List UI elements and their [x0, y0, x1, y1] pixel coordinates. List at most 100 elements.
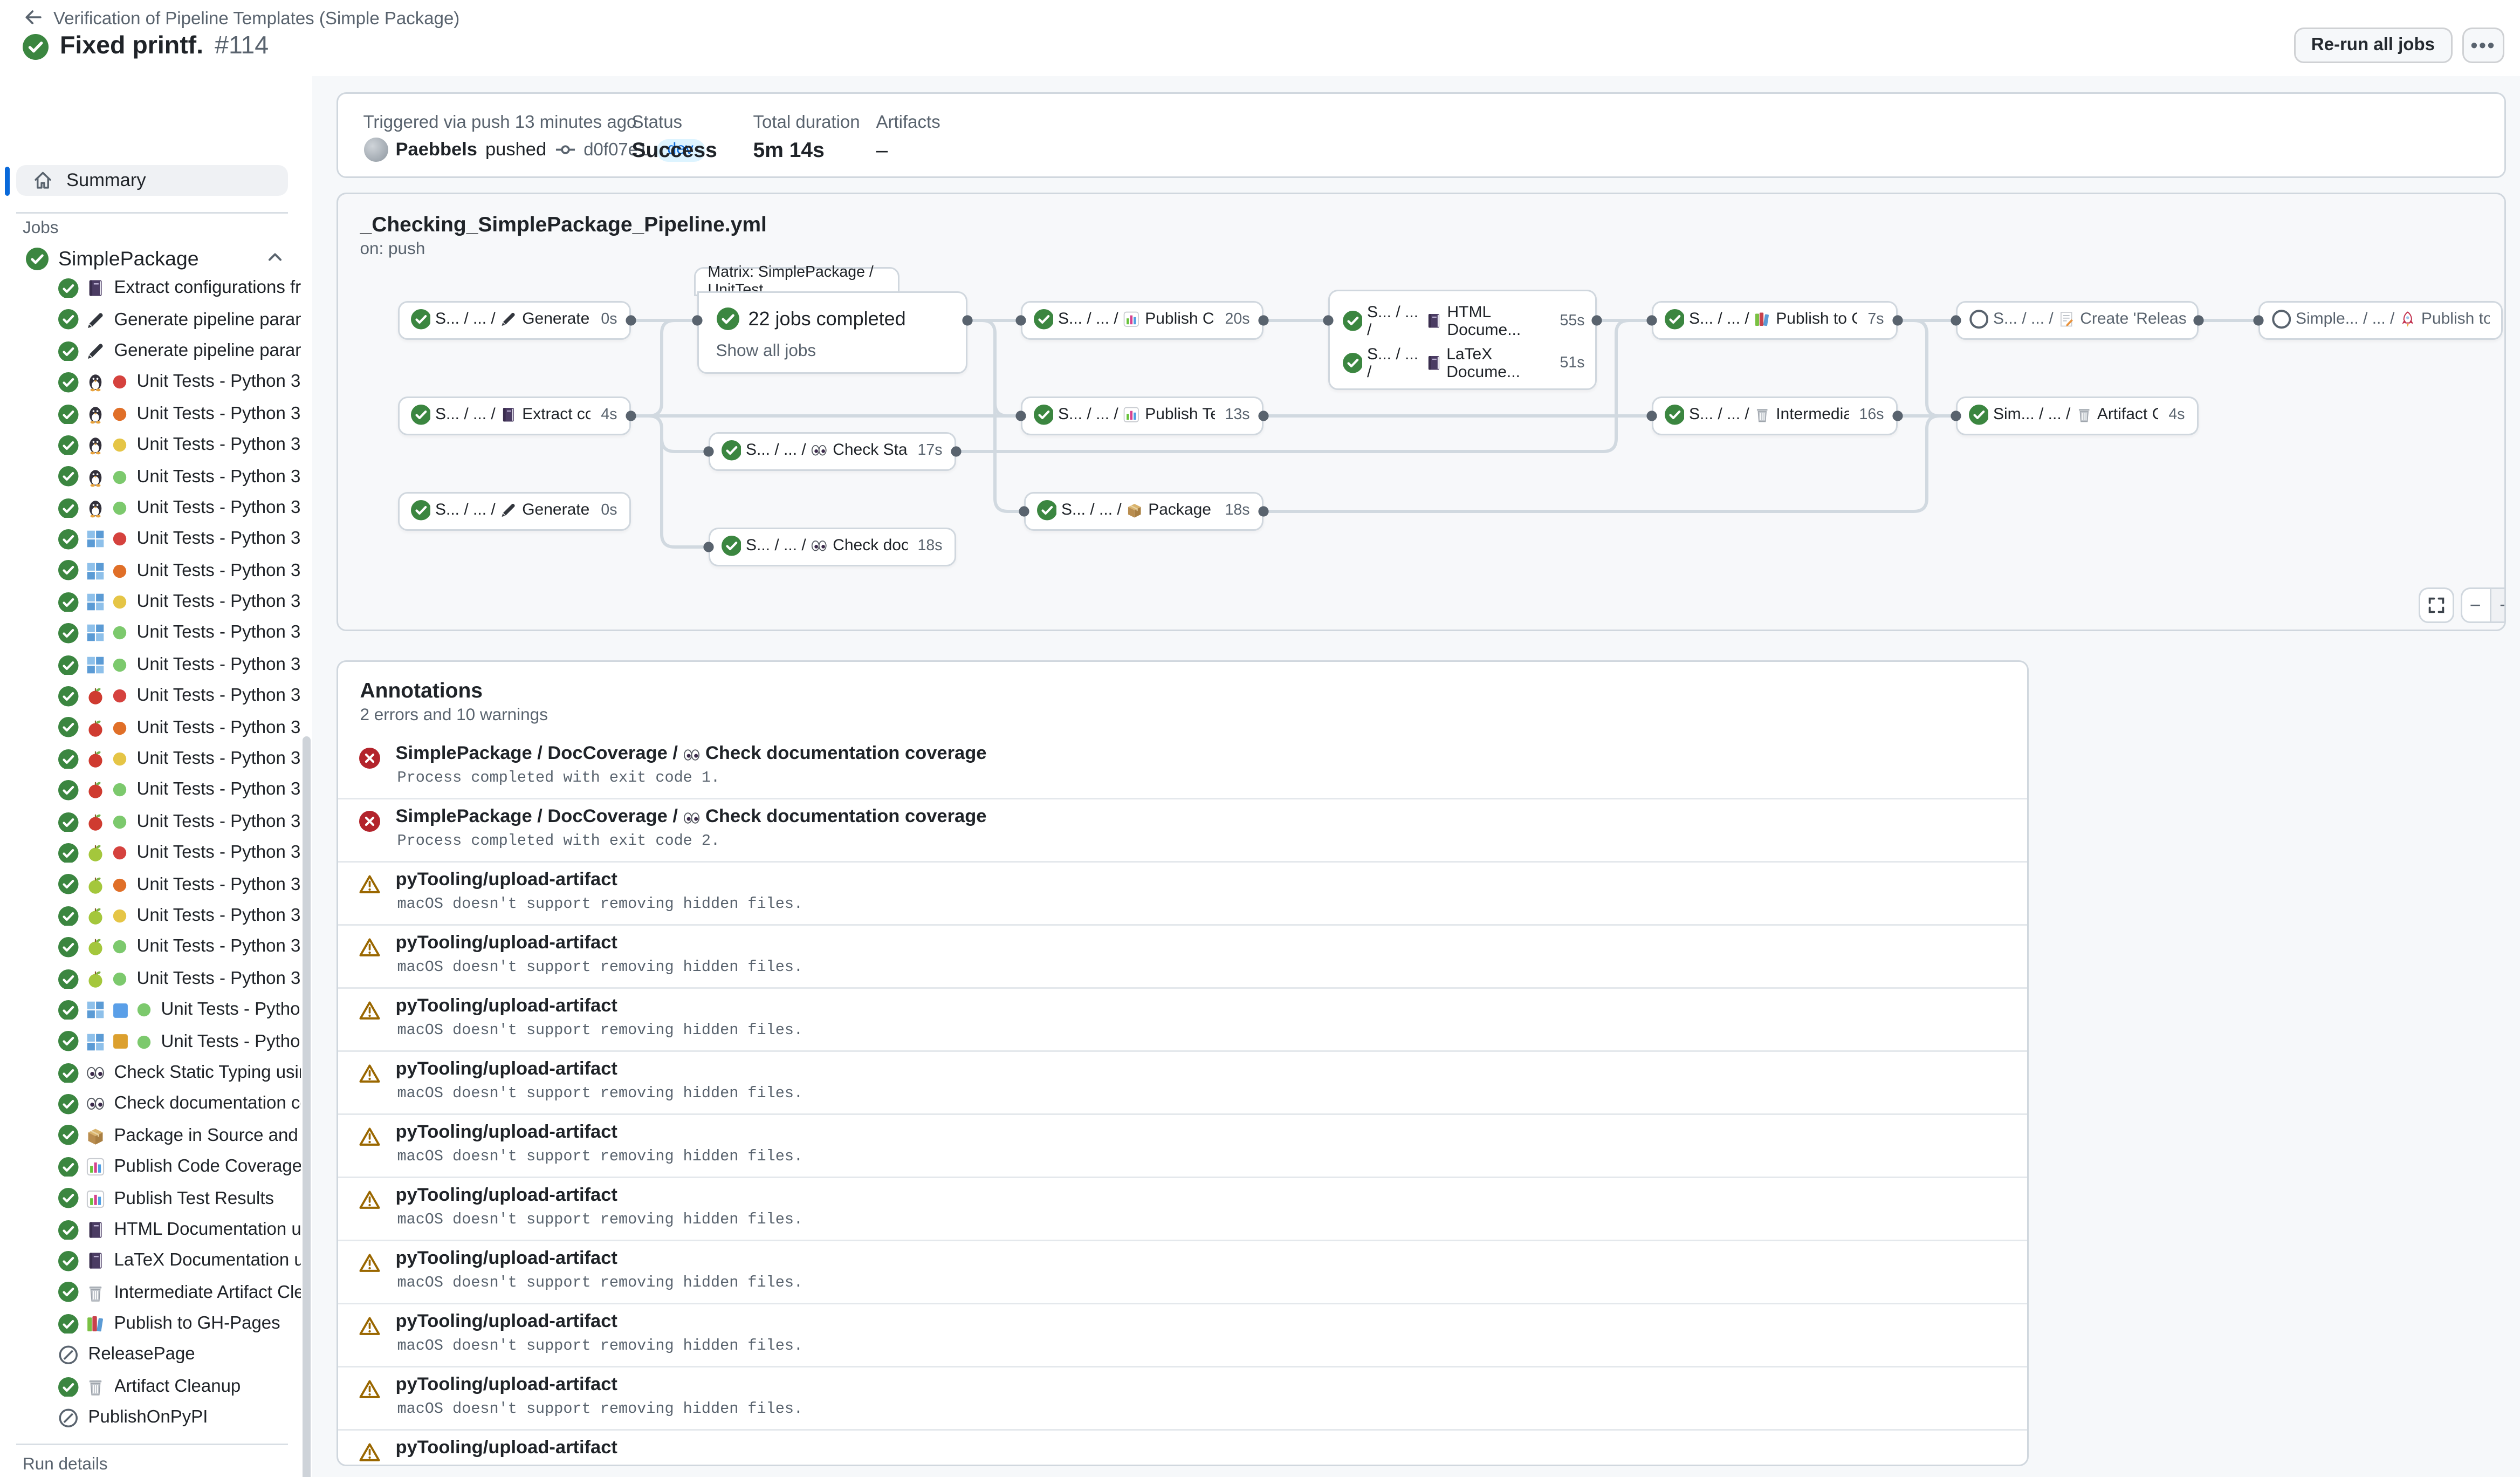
graph-node-pubtest[interactable]: S... / ... /Publish Test Re...13s: [1020, 396, 1263, 435]
sidebar-job-item[interactable]: Package in Source and Wheel...: [0, 1120, 301, 1151]
sidebar-job-item[interactable]: Generate pipeline parameters: [0, 304, 301, 336]
sidebar-job-item[interactable]: Unit Tests - Python 3.9: [0, 367, 301, 398]
sidebar-job-item[interactable]: Unit Tests - Python 3.10: [0, 398, 301, 429]
chevron-up-icon[interactable]: [265, 248, 285, 267]
warning-icon: [359, 1253, 380, 1274]
annotation-message: macOS doesn't support removing hidden fi…: [397, 1084, 804, 1102]
graph-node-intermediate[interactable]: S... / ... /Intermediate A...16s: [1651, 396, 1897, 435]
annotation-title[interactable]: pyTooling/upload-artifact: [396, 1186, 617, 1206]
selected-indicator: [4, 167, 9, 196]
sidebar-workflow-toggle[interactable]: SimplePackage: [26, 244, 288, 272]
sidebar-job-item[interactable]: Unit Tests - Python 3.13: [0, 493, 301, 524]
sidebar-job-item[interactable]: Unit Tests - Python 3.9: [0, 524, 301, 555]
sidebar-job-label: Publish to GH-Pages: [114, 1314, 280, 1334]
sidebar-job-item[interactable]: Unit Tests - Python 3.11: [0, 429, 301, 461]
sidebar-job-item[interactable]: Extract configurations from p...: [0, 273, 301, 304]
avatar[interactable]: [363, 138, 388, 162]
sidebar-job-item[interactable]: Unit Tests - Python 3.9: [0, 838, 301, 869]
graph-node-checkstatic[interactable]: S... / ... /Check Static Ty...17s: [708, 432, 956, 470]
actor-name[interactable]: Paebbels: [396, 140, 478, 160]
annotation-title[interactable]: pyTooling/upload-artifact: [396, 871, 617, 890]
annotation-title[interactable]: pyTooling/upload-artifact: [396, 1249, 617, 1269]
zoom-out-button[interactable]: −: [2462, 589, 2491, 621]
graph-node-artifact[interactable]: Sim... / ... /Artifact Cleanup4s: [1955, 396, 2198, 435]
annotation-title[interactable]: SimplePackage / DocCoverage /Check docum…: [396, 808, 987, 827]
sidebar-job-item[interactable]: Unit Tests - Python 3.9: [0, 681, 301, 712]
matrix-node[interactable]: 22 jobs completed Show all jobs: [697, 291, 967, 373]
sidebar-job-item[interactable]: Unit Tests - Python 3.12: [0, 618, 301, 649]
sidebar-job-item[interactable]: Unit Tests - Python 3.10: [0, 869, 301, 900]
dot-green-icon: [111, 657, 127, 673]
sidebar-job-label: Unit Tests - Python 3.13: [137, 969, 301, 988]
graph-node-ghpages[interactable]: S... / ... /Publish to GH-P...7s: [1651, 300, 1897, 339]
sidebar-job-item[interactable]: Unit Tests - Python 3.11: [0, 586, 301, 618]
sidebar-job-item[interactable]: Unit Tests - Python 3.11: [0, 900, 301, 932]
sidebar-job-item[interactable]: Publish Code Coverage Results: [0, 1151, 301, 1182]
sidebar-job-item[interactable]: Intermediate Artifact Cleanup: [0, 1277, 301, 1308]
sidebar-job-item[interactable]: Unit Tests - Python 3.11: [0, 743, 301, 775]
graph-node-package[interactable]: S... / ... /Package in Sou...18s: [1024, 491, 1263, 530]
sidebar-job-item[interactable]: Unit Tests - Python 3.13: [0, 963, 301, 994]
graph-node-checkdoc[interactable]: S... / ... /Check docume...18s: [708, 527, 956, 566]
show-all-jobs-link[interactable]: Show all jobs: [716, 341, 816, 360]
annotations-card: Annotations 2 errors and 10 warnings Sim…: [336, 660, 2028, 1466]
annotation-title[interactable]: pyTooling/upload-artifact: [396, 1060, 617, 1079]
windows-icon: [85, 655, 105, 675]
back-arrow-icon[interactable]: [23, 8, 44, 29]
graph-node-gen2[interactable]: S... / ... /Generate pipelin...0s: [397, 491, 630, 530]
windows-icon: [85, 1001, 105, 1020]
sidebar-scrollbar[interactable]: [303, 736, 310, 1477]
sidebar-job-item[interactable]: Check Static Typing using Pyt...: [0, 1057, 301, 1089]
sidebar-job-item[interactable]: Artifact Cleanup: [0, 1371, 301, 1403]
pencil-icon: [500, 311, 518, 329]
doc-group-row[interactable]: S... / ... /HTML Docume...55s: [1342, 304, 1585, 339]
sidebar-job-item[interactable]: Unit Tests - Python 3.10: [0, 712, 301, 743]
graph-node-gen1[interactable]: S... / ... /Generate pipelin...0s: [397, 300, 630, 339]
annotation-title[interactable]: pyTooling/upload-artifact: [396, 1123, 617, 1143]
annotation-title[interactable]: pyTooling/upload-artifact: [396, 1439, 617, 1458]
dot-green-icon: [111, 782, 127, 798]
sidebar-job-item[interactable]: LaTeX Documentation using ...: [0, 1246, 301, 1277]
rerun-all-jobs-button[interactable]: Re-run all jobs: [2294, 28, 2453, 63]
sidebar-job-item[interactable]: PublishOnPyPI: [0, 1403, 301, 1434]
sidebar-job-item[interactable]: Unit Tests - Python 3.12: [0, 775, 301, 806]
node-prefix: Sim... / ... /: [1993, 406, 2070, 424]
sidebar-job-item[interactable]: Unit Tests - Python 3.12: [0, 461, 301, 493]
graph-node-pubcodecov[interactable]: S... / ... /Publish Code C...20s: [1020, 300, 1263, 339]
apple-green-icon: [85, 875, 105, 894]
sidebar-job-item[interactable]: ReleasePage: [0, 1339, 301, 1371]
sidebar-job-item[interactable]: Publish Test Results: [0, 1182, 301, 1214]
annotation-title[interactable]: pyTooling/upload-artifact: [396, 1376, 617, 1395]
annotation-title[interactable]: SimplePackage / DocCoverage /Check docum…: [396, 744, 987, 764]
annotation-title[interactable]: pyTooling/upload-artifact: [396, 997, 617, 1016]
sidebar-job-item[interactable]: Unit Tests - Python 3.12: [0, 994, 301, 1025]
artifacts-value: –: [876, 138, 888, 162]
graph-node-release[interactable]: S... / ... /Create 'Release Pa...: [1955, 300, 2198, 339]
sidebar-job-item[interactable]: Unit Tests - Python 3.13: [0, 806, 301, 837]
node-duration: 17s: [913, 442, 943, 460]
sidebar-job-item[interactable]: Unit Tests - Python 3.12: [0, 932, 301, 963]
sidebar-job-item[interactable]: Unit Tests - Python 3.10: [0, 555, 301, 586]
annotation-title[interactable]: pyTooling/upload-artifact: [396, 1312, 617, 1332]
sidebar-job-item[interactable]: Unit Tests - Python 3.13: [0, 649, 301, 681]
sidebar-job-item[interactable]: Generate pipeline parameters: [0, 336, 301, 367]
sidebar-job-item[interactable]: Unit Tests - Python 3.12: [0, 1026, 301, 1057]
annotation-title[interactable]: pyTooling/upload-artifact: [396, 934, 617, 953]
sidebar-job-item[interactable]: HTML Documentation using ...: [0, 1214, 301, 1246]
documentation-group-node[interactable]: S... / ... /HTML Docume...55s S... / ... …: [1328, 289, 1596, 389]
sidebar-job-label: Unit Tests - Python 3.12: [137, 624, 301, 643]
linux-icon: [85, 498, 105, 518]
zoom-in-button[interactable]: +: [2491, 589, 2505, 621]
annotation-error-row: SimplePackage / DocCoverage /Check docum…: [338, 798, 2027, 861]
doc-group-row[interactable]: S... / ... /LaTeX Docume...51s: [1342, 346, 1585, 381]
sidebar-job-item[interactable]: Check documentation covera...: [0, 1089, 301, 1120]
sidebar-item-summary[interactable]: Summary: [16, 165, 288, 196]
breadcrumb[interactable]: Verification of Pipeline Templates (Simp…: [23, 8, 459, 29]
graph-node-extract[interactable]: S... / ... /Extract configur...4s: [397, 396, 630, 435]
kebab-menu-button[interactable]: •••: [2462, 28, 2504, 63]
trash-icon: [2075, 407, 2092, 424]
sidebar-job-item[interactable]: Publish to GH-Pages: [0, 1308, 301, 1339]
fullscreen-button[interactable]: [2418, 587, 2454, 623]
graph-node-pypi[interactable]: Simple... / ... /Publish to PyPI: [2258, 300, 2502, 339]
breadcrumb-label[interactable]: Verification of Pipeline Templates (Simp…: [53, 9, 459, 29]
